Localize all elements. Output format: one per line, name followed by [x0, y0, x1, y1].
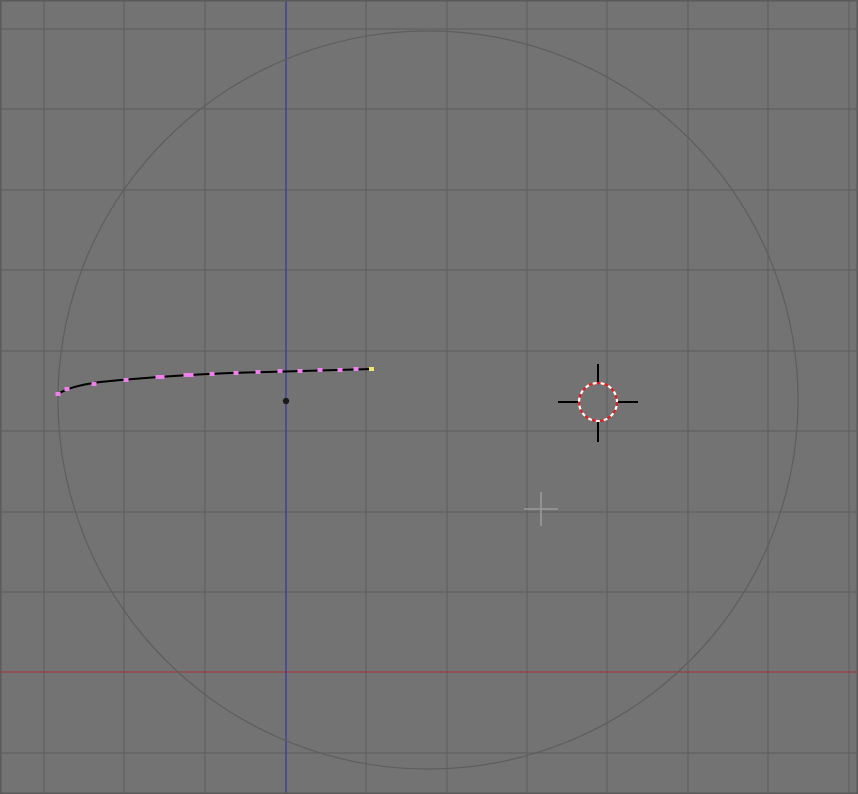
curve-control-point[interactable]	[123, 378, 129, 382]
3d-cursor-crosshair	[558, 364, 638, 442]
viewport-border	[0, 0, 858, 794]
curve-control-point[interactable]	[277, 369, 283, 373]
boundary-circle	[57, 30, 799, 770]
viewport-canvas[interactable]	[0, 0, 858, 794]
curve-control-point[interactable]	[183, 373, 189, 377]
curve-control-point[interactable]	[317, 368, 323, 372]
curve-control-point[interactable]	[159, 375, 165, 379]
curve-control-point[interactable]	[233, 371, 239, 375]
bezier-curve-path[interactable]	[57, 368, 373, 395]
viewport-grid	[0, 0, 858, 794]
curve-endpoint-active[interactable]	[369, 367, 374, 371]
curve-control-point[interactable]	[297, 369, 303, 373]
curve-control-point[interactable]	[337, 368, 343, 372]
curve-control-point[interactable]	[55, 392, 61, 396]
curve-control-point[interactable]	[209, 372, 215, 376]
curve-control-point[interactable]	[255, 370, 261, 374]
view-center-crosshair-icon	[524, 492, 558, 526]
curve-control-point[interactable]	[64, 387, 70, 391]
object-origin-icon	[282, 397, 290, 405]
curve-control-point[interactable]	[353, 367, 359, 371]
object-origin[interactable]	[282, 397, 290, 405]
curve-control-point[interactable]	[91, 382, 97, 386]
3d-cursor-icon[interactable]	[558, 364, 638, 442]
curve-control-point[interactable]	[188, 373, 194, 377]
3d-viewport[interactable]	[0, 0, 858, 794]
